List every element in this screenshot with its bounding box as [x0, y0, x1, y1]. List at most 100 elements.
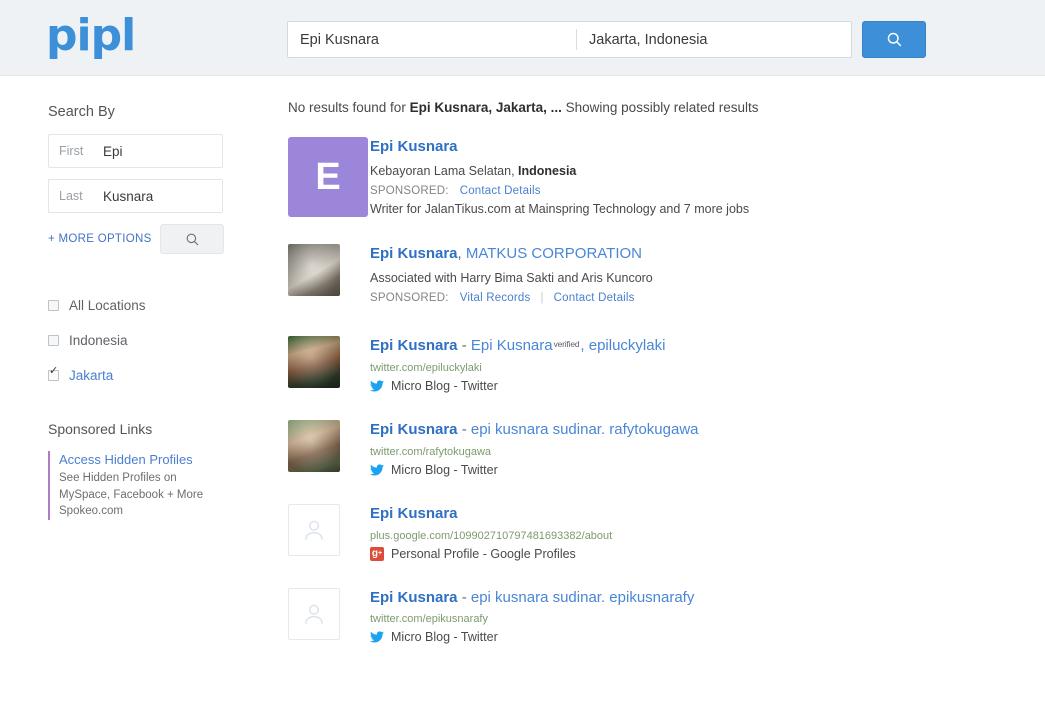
- sponsored-link-contact-details[interactable]: Contact Details: [460, 185, 541, 197]
- result-title-separator: -: [457, 421, 471, 438]
- result-title-tail: , epiluckylaki: [580, 337, 666, 355]
- notice-prefix: No results found for: [288, 100, 410, 115]
- profile-photo: [288, 336, 340, 389]
- result-name: Epi Kusnara: [370, 245, 458, 262]
- result-title-link[interactable]: Epi Kusnara - epi kusnara sudinar. epiku…: [370, 589, 1045, 608]
- result-location: Kebayoran Lama Selatan, Indonesia: [370, 163, 1045, 181]
- result-thumbnail: [288, 420, 342, 477]
- result-url: twitter.com/epikusnarafy: [370, 613, 488, 626]
- sponsored-link-separator: |: [540, 292, 544, 305]
- sponsored-link-contact-details[interactable]: Contact Details: [554, 292, 635, 304]
- search-by-heading: Search By: [48, 104, 115, 120]
- location-filter-all-locations[interactable]: All Locations: [48, 298, 280, 313]
- site-header: pipl: [0, 0, 1045, 76]
- result-item[interactable]: Epi Kusnara - Epi Kusnaraverified, epilu…: [288, 336, 1045, 393]
- checkbox-checked[interactable]: [48, 366, 59, 381]
- verified-badge-text: verified: [553, 339, 580, 350]
- result-associations: Associated with Harry Bima Sakti and Ari…: [370, 270, 653, 285]
- notice-suffix: Showing possibly related results: [561, 100, 759, 115]
- result-thumbnail: E: [288, 137, 368, 217]
- person-icon: [305, 520, 323, 540]
- result-title-extra: epi kusnara sudinar. rafytokugawa: [470, 421, 699, 438]
- result-name: Epi Kusnara: [370, 504, 458, 522]
- result-title-link[interactable]: Epi Kusnara, MATKUS CORPORATION: [370, 245, 1045, 264]
- sidebar: Search By First Epi Last Kusnara + MORE …: [0, 76, 280, 671]
- ad-description-line-2: MySpace, Facebook + More: [59, 488, 204, 501]
- result-title-separator: -: [457, 588, 471, 606]
- result-title-extra: MATKUS CORPORATION: [465, 245, 642, 262]
- result-body: Epi Kusnara - epi kusnara sudinar. epiku…: [370, 588, 1045, 644]
- more-options-link[interactable]: + MORE OPTIONS: [48, 233, 160, 245]
- location-label: All Locations: [69, 298, 146, 313]
- first-name-field[interactable]: First Epi: [48, 134, 223, 168]
- last-name-value: Kusnara: [103, 188, 154, 204]
- result-title-extra: Epi Kusnara: [470, 337, 553, 355]
- result-name: Epi Kusnara: [370, 588, 458, 606]
- search-bar: [287, 21, 852, 58]
- ad-title-link[interactable]: Access Hidden Profiles: [59, 451, 280, 470]
- location-label: Jakarta: [69, 368, 114, 383]
- result-title-link[interactable]: Epi Kusnara - Epi Kusnaraverified, epilu…: [370, 337, 1045, 356]
- result-item[interactable]: Epi Kusnara - epi kusnara sudinar. epiku…: [288, 587, 1045, 644]
- result-thumbnail: [288, 503, 342, 561]
- result-body: Epi Kusnara Kebayoran Lama Selatan, Indo…: [370, 137, 1045, 217]
- result-title-link[interactable]: Epi Kusnara: [370, 138, 1045, 157]
- sponsored-ad[interactable]: Access Hidden Profiles See Hidden Profil…: [48, 451, 280, 520]
- result-source-text: Micro Blog - Twitter: [391, 462, 498, 477]
- search-submit-button[interactable]: [862, 21, 926, 58]
- search-name-input[interactable]: [288, 22, 576, 57]
- search-icon: [186, 233, 198, 245]
- sponsored-label: SPONSORED:: [370, 185, 449, 198]
- sponsored-link-vital-records[interactable]: Vital Records: [460, 292, 531, 304]
- twitter-icon: [370, 464, 384, 476]
- result-item[interactable]: E Epi Kusnara Kebayoran Lama Selatan, In…: [288, 137, 1045, 217]
- result-title-separator: -: [457, 337, 471, 355]
- no-results-notice: No results found for Epi Kusnara, Jakart…: [288, 100, 1045, 115]
- result-location-country: Indonesia: [518, 163, 577, 178]
- location-filter-jakarta[interactable]: Jakarta: [48, 366, 280, 383]
- twitter-icon: [370, 380, 384, 392]
- result-body: Epi Kusnara - Epi Kusnaraverified, epilu…: [370, 336, 1045, 393]
- result-name: Epi Kusnara: [370, 138, 458, 155]
- result-source-text: Micro Blog - Twitter: [391, 630, 498, 645]
- checkbox[interactable]: [48, 335, 59, 346]
- avatar-placeholder: [288, 503, 340, 556]
- result-body: Epi Kusnara, MATKUS CORPORATION Associat…: [370, 244, 1045, 309]
- result-jobs: Writer for JalanTikus.com at Mainspring …: [370, 202, 750, 217]
- ad-description-line-1: See Hidden Profiles on: [59, 471, 177, 484]
- result-source-row: Micro Blog - Twitter: [370, 379, 1045, 393]
- result-thumbnail: [288, 336, 342, 393]
- notice-query: Epi Kusnara, Jakarta, ...: [409, 100, 562, 115]
- result-name: Epi Kusnara: [370, 421, 458, 438]
- sponsored-links-heading: Sponsored Links: [48, 421, 153, 437]
- search-icon: [887, 32, 901, 47]
- twitter-icon: [370, 631, 384, 643]
- pipl-logo[interactable]: pipl: [46, 14, 136, 58]
- person-icon: [305, 604, 323, 624]
- result-sponsored-row: SPONSORED: Vital Records | Contact Detai…: [370, 292, 1045, 304]
- last-name-field[interactable]: Last Kusnara: [48, 179, 223, 213]
- result-item[interactable]: Epi Kusnara - epi kusnara sudinar. rafyt…: [288, 420, 1045, 477]
- result-source-row: Micro Blog - Twitter: [370, 630, 1045, 644]
- result-title-link[interactable]: Epi Kusnara: [370, 505, 1045, 524]
- location-filter-list: All Locations Indonesia Jakarta: [48, 298, 280, 383]
- first-name-label: First: [59, 144, 84, 158]
- result-title-separator: ,: [457, 245, 466, 262]
- avatar-monogram: E: [288, 137, 368, 217]
- search-location-input[interactable]: [577, 22, 851, 57]
- result-source-text: Micro Blog - Twitter: [391, 379, 498, 393]
- checkbox[interactable]: [48, 300, 59, 311]
- result-title-link[interactable]: Epi Kusnara - epi kusnara sudinar. rafyt…: [370, 421, 1045, 440]
- last-name-label: Last: [59, 189, 83, 203]
- first-name-value: Epi: [103, 143, 123, 159]
- result-item[interactable]: Epi Kusnara plus.google.com/109902710797…: [288, 503, 1045, 561]
- result-location-text: Kebayoran Lama Selatan,: [370, 163, 519, 178]
- google-plus-icon: g +: [370, 546, 384, 561]
- result-source-row: g + Personal Profile - Google Profiles: [370, 546, 1045, 561]
- location-filter-indonesia[interactable]: Indonesia: [48, 333, 280, 348]
- result-item[interactable]: Epi Kusnara, MATKUS CORPORATION Associat…: [288, 244, 1045, 309]
- result-sponsored-row: SPONSORED: Contact Details: [370, 185, 1045, 197]
- result-name: Epi Kusnara: [370, 337, 458, 355]
- sidebar-search-button[interactable]: [160, 224, 224, 254]
- result-body: Epi Kusnara plus.google.com/109902710797…: [370, 504, 1045, 561]
